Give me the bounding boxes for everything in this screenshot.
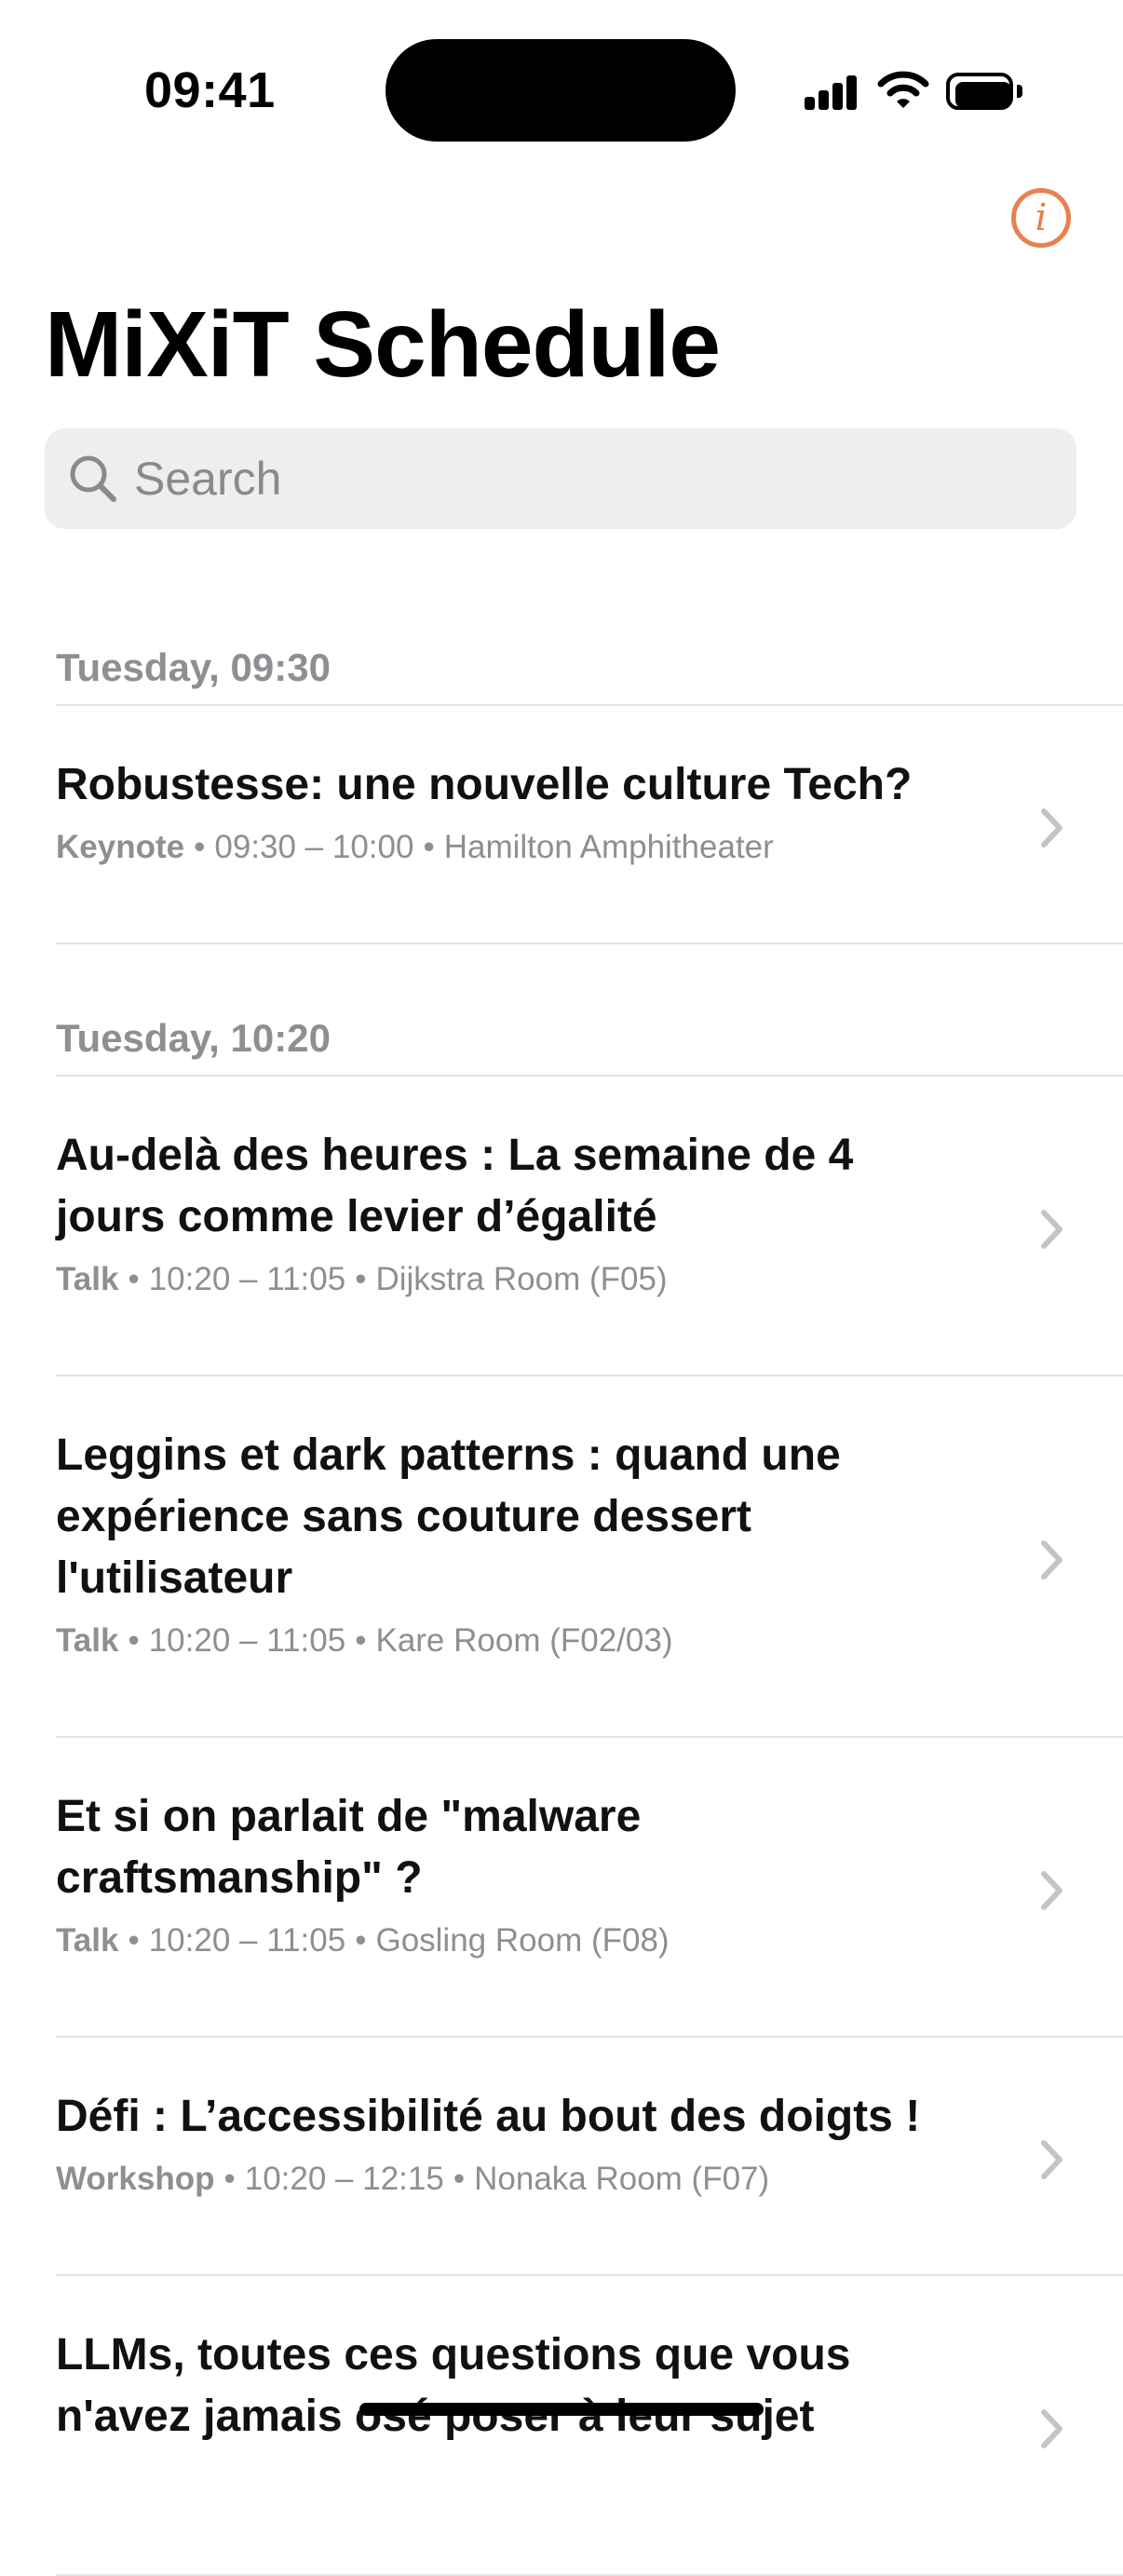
cellular-signal-icon [805, 75, 859, 110]
meta-separator-dot: • [355, 1622, 367, 1659]
session-meta: Talk • 10:20 – 11:05 • Gosling Room (F08) [56, 1920, 987, 1961]
session-title-line: Leggins et dark patterns : quand une [56, 1430, 841, 1480]
session-title-line: Robustesse: une nouvelle culture Tech? [56, 760, 913, 809]
chevron-right-icon [1039, 1870, 1065, 1911]
status-time: 09:41 [144, 62, 276, 118]
session-title: Défi : L’accessibilité au bout des doigt… [56, 2086, 950, 2148]
info-circle-icon: i [1035, 197, 1048, 239]
home-indicator[interactable] [359, 2403, 764, 2416]
search-input[interactable]: Search [45, 428, 1076, 529]
wifi-icon [877, 71, 929, 108]
meta-separator-dot: • [355, 1261, 367, 1297]
row-separator [56, 942, 1123, 944]
meta-separator-dot: • [194, 829, 206, 865]
session-kind: Keynote [56, 829, 185, 865]
session-meta: Talk • 10:20 – 11:05 • Kare Room (F02/03) [56, 1620, 987, 1661]
session-time: 10:20 – 11:05 [148, 1261, 346, 1297]
chevron-right-icon [1039, 807, 1065, 848]
session-title: Leggins et dark patterns : quand une expé… [56, 1425, 950, 1609]
session-title-line: jours comme levier d’égalité [56, 1192, 657, 1241]
meta-separator-dot: • [223, 2161, 236, 2197]
session-title: Robustesse: une nouvelle culture Tech? [56, 754, 950, 816]
page-title: MiXiT Schedule [45, 292, 721, 397]
session-title: LLMs, toutes ces questions que vous n'ave… [56, 2325, 950, 2447]
session-meta: Workshop • 10:20 – 12:15 • Nonaka Room (F07) [56, 2159, 987, 2200]
session-title-line: Défi : L’accessibilité au bout des doigt… [56, 2092, 921, 2141]
session-time: 10:20 – 12:15 [244, 2161, 444, 2197]
section-header: Tuesday, 10:20 [56, 1016, 331, 1060]
status-bar: 09:41 [0, 0, 1123, 177]
session-room: Hamilton Amphitheater [443, 829, 774, 865]
session-row[interactable]: Au-delà des heures : La semaine de 4 jour… [0, 1077, 1123, 1375]
session-room: Nonaka Room (F07) [474, 2161, 770, 2197]
magnifying-glass-icon [70, 455, 116, 502]
session-title-line: expérience sans couture dessert [56, 1492, 752, 1541]
session-time: 09:30 – 10:00 [214, 829, 414, 865]
meta-separator-dot: • [128, 1261, 140, 1297]
session-meta: Talk • 10:20 – 11:05 • Dijkstra Room (F05) [56, 1259, 987, 1300]
search-placeholder: Search [134, 453, 282, 505]
meta-separator-dot: • [453, 2161, 466, 2197]
chevron-right-icon [1039, 1209, 1065, 1250]
info-button[interactable]: i [1011, 188, 1071, 248]
session-time: 10:20 – 11:05 [148, 1622, 346, 1659]
meta-separator-dot: • [128, 1622, 140, 1659]
session-time: 10:20 – 11:05 [148, 1922, 346, 1959]
chevron-right-icon [1039, 2139, 1065, 2180]
section-header: Tuesday, 09:30 [56, 645, 331, 689]
meta-separator-dot: • [355, 1922, 367, 1959]
session-title-line: craftsmanship" ? [56, 1853, 423, 1903]
battery-icon [946, 73, 1024, 112]
session-room: Gosling Room (F08) [375, 1922, 670, 1959]
session-title-line: Et si on parlait de "malware [56, 1792, 642, 1841]
session-row[interactable]: Et si on parlait de "malware craftsmanshi… [0, 1738, 1123, 2036]
session-kind: Talk [56, 1261, 119, 1297]
session-title-line: l'utilisateur [56, 1553, 293, 1603]
session-kind: Talk [56, 1622, 119, 1659]
session-title: Et si on parlait de "malware craftsmanshi… [56, 1786, 950, 1909]
chevron-right-icon [1039, 1539, 1065, 1580]
meta-separator-dot: • [128, 1922, 140, 1959]
session-title-line: LLMs, toutes ces questions que vous [56, 2330, 851, 2379]
session-room: Dijkstra Room (F05) [375, 1261, 668, 1297]
session-title-line: Au-delà des heures : La semaine de 4 [56, 1131, 854, 1180]
chevron-right-icon [1039, 2408, 1065, 2449]
session-meta: Keynote • 09:30 – 10:00 • Hamilton Amphithea… [56, 827, 987, 868]
session-row[interactable]: Robustesse: une nouvelle culture Tech? Ke… [0, 706, 1123, 942]
session-row[interactable]: Défi : L’accessibilité au bout des doigt… [0, 2038, 1123, 2274]
session-title-line: n'avez jamais osé poser à leur sujet [56, 2392, 815, 2441]
dynamic-island [386, 39, 736, 142]
session-kind: Workshop [56, 2161, 215, 2197]
session-row[interactable]: LLMs, toutes ces questions que vous n'ave… [0, 2276, 1123, 2574]
meta-separator-dot: • [423, 829, 435, 865]
session-kind: Talk [56, 1922, 119, 1959]
session-title: Au-delà des heures : La semaine de 4 jour… [56, 1125, 950, 1248]
session-room: Kare Room (F02/03) [375, 1622, 673, 1659]
session-row[interactable]: Leggins et dark patterns : quand une expé… [0, 1376, 1123, 1736]
